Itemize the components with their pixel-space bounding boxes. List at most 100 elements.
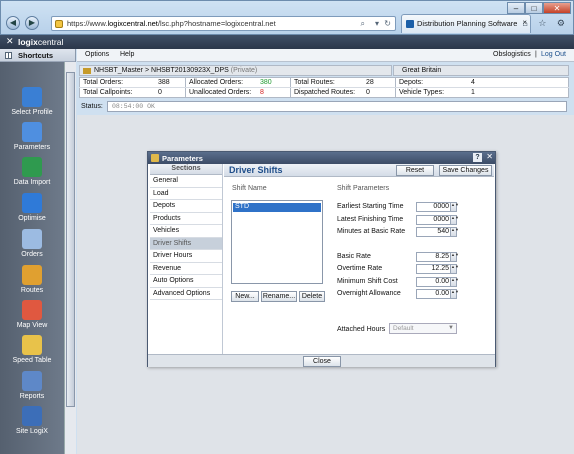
minutes-at-basic-rate-input[interactable]: 540 ▲▼ [416, 227, 459, 237]
status-row: Status: 08:54:00 OK [79, 101, 569, 112]
param-label: Basic Rate [337, 253, 371, 260]
map-view-icon [22, 300, 42, 320]
breadcrumb-master[interactable]: NHSBT_Master [94, 67, 143, 74]
window-close-button[interactable]: ✕ [543, 2, 571, 14]
scrollbar-thumb[interactable] [66, 72, 75, 407]
spinner-icon[interactable]: ▲▼ [450, 216, 459, 224]
dialog-footer: Close [148, 354, 495, 367]
shortcut-site-logix[interactable]: Site LogiX [0, 406, 64, 435]
window-controls: – □ ✕ [507, 2, 571, 14]
shift-list[interactable]: STD [231, 200, 323, 284]
section-vehicles[interactable]: Vehicles [150, 225, 222, 238]
section-load[interactable]: Load [150, 188, 222, 200]
app-close-icon[interactable]: ✕ [6, 36, 14, 47]
spinner-icon[interactable]: ▲▼ [450, 228, 459, 236]
reset-button[interactable]: Reset [396, 165, 434, 176]
close-button[interactable]: Close [303, 356, 341, 367]
spinner-icon[interactable]: ▲▼ [450, 265, 459, 273]
section-driver-shifts[interactable]: Driver Shifts [150, 237, 222, 250]
param-label: Minutes at Basic Rate [337, 228, 406, 235]
new-shift-button[interactable]: New... [231, 291, 259, 302]
menu-options[interactable]: Options [85, 51, 109, 58]
help-button[interactable]: ? [473, 153, 482, 162]
vehicle-types-value: 1 [471, 89, 475, 96]
shortcut-orders[interactable]: Orders [0, 229, 64, 258]
username: Obslogistics [493, 51, 531, 58]
overtime-rate-input[interactable]: 12.25 ▲▼ [416, 264, 459, 274]
spinner-icon[interactable]: ▲▼ [450, 253, 459, 261]
basic-rate-input[interactable]: 8.25 ▲▼ [416, 252, 459, 262]
delete-shift-button[interactable]: Delete [299, 291, 325, 302]
shift-item[interactable]: STD [233, 203, 321, 212]
sections-panel: Sections General Load Depots Products Vehicl… [150, 164, 223, 354]
minimum-shift-cost-input[interactable]: 0.00 ▲▼ [416, 277, 459, 287]
grid-icon [5, 52, 12, 59]
country-name: Great Britain [402, 67, 442, 74]
param-label: Minimum Shift Cost [337, 278, 398, 285]
lock-status-icon[interactable]: ▾ [375, 19, 379, 28]
maximize-button[interactable]: □ [525, 2, 543, 14]
reports-icon [22, 371, 42, 391]
site-logix-icon [22, 406, 42, 426]
depots-value: 4 [471, 79, 475, 86]
shortcut-label: Parameters [13, 144, 51, 151]
browser-tab[interactable]: Distribution Planning Software Internati… [401, 14, 531, 33]
search-icon[interactable]: ⌕ [361, 19, 365, 29]
attached-hours-label: Attached Hours [337, 326, 386, 333]
section-driver-hours[interactable]: Driver Hours [150, 250, 222, 263]
spinner-icon[interactable]: ▲▼ [450, 278, 459, 286]
shortcut-speed-table[interactable]: Speed Table [0, 335, 64, 364]
shortcuts-sidebar: Shortcuts Select Profile Parameters Data I… [0, 49, 76, 454]
section-depots[interactable]: Depots [150, 200, 222, 213]
section-auto-options[interactable]: Auto Options [150, 275, 222, 288]
menu-help[interactable]: Help [120, 51, 134, 58]
chevron-down-icon: ▼ [448, 325, 454, 331]
shortcut-data-import[interactable]: Data Import [0, 157, 64, 186]
total-orders-value: 388 [158, 79, 170, 86]
dialog-titlebar[interactable]: Parameters ? ✕ [148, 152, 495, 164]
shortcut-reports[interactable]: Reports [0, 371, 64, 400]
back-button[interactable]: ◀ [6, 16, 20, 30]
section-advanced-options[interactable]: Advanced Options [150, 288, 222, 300]
shortcut-select-profile[interactable]: Select Profile [0, 87, 64, 116]
overnight-allowance-input[interactable]: 0.00 ▲▼ [416, 289, 459, 299]
section-revenue[interactable]: Revenue [150, 263, 222, 275]
total-orders-label: Total Orders: [83, 79, 124, 86]
parameters-icon [22, 122, 42, 142]
shortcut-map-view[interactable]: Map View [0, 300, 64, 329]
shortcut-routes[interactable]: Routes [0, 265, 64, 294]
routes-icon [22, 265, 42, 285]
spinner-icon[interactable]: ▲▼ [450, 290, 459, 298]
browser-tools-icons[interactable]: ⌂ ☆ ⚙ [522, 18, 569, 29]
rename-shift-button[interactable]: Rename... [261, 291, 297, 302]
param-label: Overnight Allowance [337, 290, 401, 297]
shortcut-optimise[interactable]: Optimise [0, 193, 64, 222]
dispatched-value: 0 [366, 89, 370, 96]
status-field: 08:54:00 OK [107, 101, 567, 112]
logout-link[interactable]: Log Out [541, 51, 566, 58]
forward-button[interactable]: ▶ [25, 16, 39, 30]
driver-shifts-panel: Driver Shifts Reset Save Changes Shift N… [224, 164, 494, 354]
app-header: ✕ logixcentral [0, 35, 574, 49]
shortcut-parameters[interactable]: Parameters [0, 122, 64, 151]
refresh-icon[interactable]: ↻ [384, 19, 391, 28]
panel-heading: Driver Shifts [229, 165, 283, 175]
section-products[interactable]: Products [150, 213, 222, 225]
dialog-close-icon[interactable]: ✕ [486, 152, 493, 161]
sidebar-scrollbar[interactable] [64, 62, 76, 454]
minimize-button[interactable]: – [507, 2, 525, 14]
depots-label: Depots: [399, 79, 424, 86]
tab-title: Distribution Planning Software Internati… [417, 19, 517, 28]
param-label: Earliest Starting Time [337, 203, 404, 210]
latest-finishing-time-input[interactable]: 0000 ▲▼ [416, 215, 459, 225]
wrench-icon [151, 154, 159, 162]
save-changes-button[interactable]: Save Changes [439, 165, 492, 176]
data-import-icon [22, 157, 42, 177]
breadcrumb-profile[interactable]: NHSBT20130923X_DPS [151, 67, 229, 74]
section-general[interactable]: General [150, 175, 222, 188]
shortcut-label: Routes [20, 287, 44, 294]
spinner-icon[interactable]: ▲▼ [450, 203, 459, 211]
address-bar[interactable]: https://www.logixcentral.net/lsc.php?hos… [51, 16, 396, 31]
attached-hours-select[interactable]: Default ▼ [389, 323, 457, 334]
earliest-starting-time-input[interactable]: 0000 ▲▼ [416, 202, 459, 212]
